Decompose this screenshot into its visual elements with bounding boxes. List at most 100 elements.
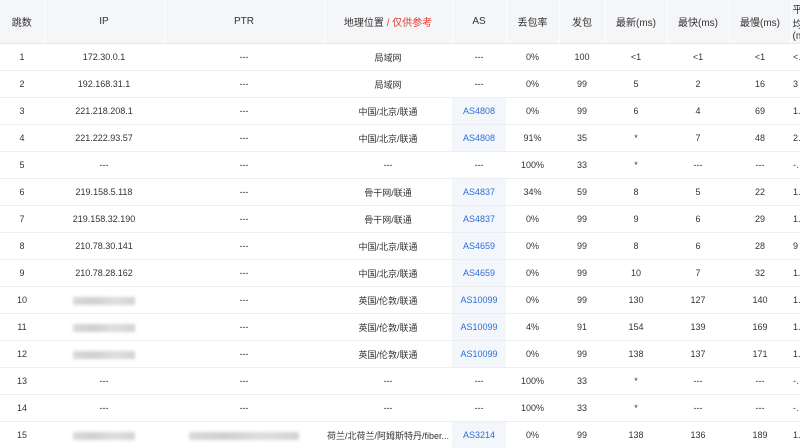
cell-last: * [605, 395, 667, 422]
col-geo[interactable]: 地理位置 / 仅供参考 [324, 0, 452, 44]
cell-geo: 局域网 [324, 71, 452, 98]
cell-last: * [605, 125, 667, 152]
cell-hop: 5 [0, 152, 44, 179]
cell-avg: --- [791, 152, 800, 179]
cell-last: <1 [605, 44, 667, 71]
as-link[interactable]: AS3214 [463, 430, 495, 440]
cell-hop: 10 [0, 287, 44, 314]
cell-worst: 48 [729, 125, 791, 152]
cell-avg: 3 [791, 71, 800, 98]
cell-geo: 英国/伦敦/联通 [324, 314, 452, 341]
cell-last: 138 [605, 341, 667, 368]
cell-geo: 中国/北京/联通 [324, 233, 452, 260]
cell-ip: 210.78.28.162 [44, 260, 164, 287]
cell-hop: 4 [0, 125, 44, 152]
cell-loss: 4% [506, 314, 559, 341]
cell-ip: 219.158.32.190 [44, 206, 164, 233]
table-row: 6219.158.5.118---骨干网/联通AS483734%59852210 [0, 179, 800, 206]
col-avg[interactable]: 平均(ms) [791, 0, 800, 44]
cell-geo: 中国/北京/联通 [324, 260, 452, 287]
col-best[interactable]: 最快(ms) [667, 0, 729, 44]
cell-as: --- [452, 71, 506, 98]
cell-hop: 8 [0, 233, 44, 260]
cell-worst: --- [729, 368, 791, 395]
col-worst[interactable]: 最慢(ms) [729, 0, 791, 44]
cell-ip: 192.168.31.1 [44, 71, 164, 98]
as-link[interactable]: AS4659 [463, 268, 495, 278]
as-link[interactable]: AS4808 [463, 133, 495, 143]
cell-geo: 骨干网/联通 [324, 179, 452, 206]
cell-avg: 147 [791, 314, 800, 341]
cell-ptr: --- [164, 125, 324, 152]
as-link[interactable]: AS4837 [463, 214, 495, 224]
cell-best: --- [667, 395, 729, 422]
redacted-ip [73, 324, 135, 332]
cell-best: --- [667, 152, 729, 179]
cell-loss: 0% [506, 44, 559, 71]
table-row: 10---英国/伦敦/联通AS100990%99130127140131 [0, 287, 800, 314]
cell-ptr: --- [164, 206, 324, 233]
cell-hop: 11 [0, 314, 44, 341]
cell-best: <1 [667, 44, 729, 71]
as-link[interactable]: AS4837 [463, 187, 495, 197]
cell-ip: --- [44, 152, 164, 179]
cell-last: 6 [605, 98, 667, 125]
cell-ip: 221.222.93.57 [44, 125, 164, 152]
cell-geo: 中国/北京/联通 [324, 125, 452, 152]
as-link[interactable]: AS4659 [463, 241, 495, 251]
cell-loss: 100% [506, 395, 559, 422]
cell-avg: 140 [791, 341, 800, 368]
cell-ip: --- [44, 368, 164, 395]
cell-loss: 0% [506, 98, 559, 125]
cell-last: 10 [605, 260, 667, 287]
cell-hop: 14 [0, 395, 44, 422]
cell-last: 9 [605, 206, 667, 233]
table-body: 1172.30.0.1---局域网---0%100<1<1<1<12192.16… [0, 44, 800, 448]
cell-geo: 中国/北京/联通 [324, 98, 452, 125]
cell-sent: 99 [559, 233, 605, 260]
cell-avg: --- [791, 368, 800, 395]
cell-ptr: --- [164, 368, 324, 395]
cell-ip [44, 287, 164, 314]
cell-hop: 1 [0, 44, 44, 71]
table-row: 12---英国/伦敦/联通AS100990%99138137171140 [0, 341, 800, 368]
cell-sent: 35 [559, 125, 605, 152]
col-geo-note: 仅供参考 [392, 18, 432, 29]
cell-ip: 219.158.5.118 [44, 179, 164, 206]
cell-hop: 13 [0, 368, 44, 395]
col-ptr[interactable]: PTR [164, 0, 324, 44]
cell-worst: 29 [729, 206, 791, 233]
table-row: 4221.222.93.57---中国/北京/联通AS480891%35*748… [0, 125, 800, 152]
cell-sent: 100 [559, 44, 605, 71]
col-last[interactable]: 最新(ms) [605, 0, 667, 44]
cell-loss: 0% [506, 287, 559, 314]
cell-worst: --- [729, 152, 791, 179]
col-hop[interactable]: 跳数 [0, 0, 44, 44]
cell-sent: 99 [559, 260, 605, 287]
cell-hop: 2 [0, 71, 44, 98]
cell-sent: 91 [559, 314, 605, 341]
cell-ip: 221.218.208.1 [44, 98, 164, 125]
cell-ptr: --- [164, 341, 324, 368]
cell-worst: 171 [729, 341, 791, 368]
as-link[interactable]: AS10099 [460, 295, 497, 305]
col-sent[interactable]: 发包 [559, 0, 605, 44]
col-ip[interactable]: IP [44, 0, 164, 44]
col-loss[interactable]: 丢包率 [506, 0, 559, 44]
col-as[interactable]: AS [452, 0, 506, 44]
cell-hop: 6 [0, 179, 44, 206]
cell-loss: 0% [506, 71, 559, 98]
cell-ptr: --- [164, 44, 324, 71]
cell-worst: 32 [729, 260, 791, 287]
as-link[interactable]: AS10099 [460, 349, 497, 359]
traceroute-table: 跳数 IP PTR 地理位置 / 仅供参考 AS 丢包率 发包 最新(ms) 最… [0, 0, 800, 448]
cell-ptr: --- [164, 98, 324, 125]
cell-loss: 100% [506, 368, 559, 395]
cell-worst: 22 [729, 179, 791, 206]
cell-avg: --- [791, 395, 800, 422]
as-link[interactable]: AS10099 [460, 322, 497, 332]
cell-loss: 100% [506, 152, 559, 179]
cell-ptr: --- [164, 152, 324, 179]
cell-loss: 0% [506, 341, 559, 368]
as-link[interactable]: AS4808 [463, 106, 495, 116]
